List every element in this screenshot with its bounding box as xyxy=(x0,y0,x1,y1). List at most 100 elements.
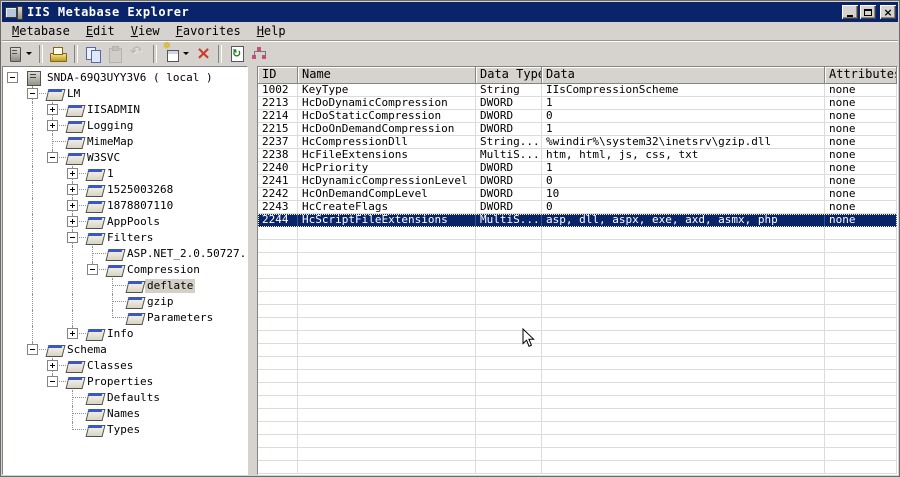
collapse-icon[interactable] xyxy=(27,88,38,99)
cell-attributes: none xyxy=(825,110,897,123)
table-row-2237[interactable]: 2237 HcCompressionDll String... %windir%\sy… xyxy=(258,136,897,149)
cell-data-type xyxy=(476,357,542,370)
column-header-data-type[interactable]: Data Type xyxy=(476,67,542,84)
tree-item-properties[interactable]: Properties xyxy=(3,374,247,390)
maximize-button[interactable] xyxy=(860,5,876,19)
minimize-button[interactable] xyxy=(842,5,858,19)
expand-icon[interactable] xyxy=(67,184,78,195)
cell-name: HcDoStaticCompression xyxy=(298,110,476,123)
tree-item-logging[interactable]: Logging xyxy=(3,118,247,134)
expand-icon[interactable] xyxy=(47,120,58,131)
expand-icon[interactable] xyxy=(67,200,78,211)
table-row-2215[interactable]: 2215 HcDoOnDemandCompression DWORD 1 none xyxy=(258,123,897,136)
expand-icon[interactable] xyxy=(47,360,58,371)
cell-attributes: none xyxy=(825,123,897,136)
collapse-icon[interactable] xyxy=(27,344,38,355)
table-row-2244[interactable]: 2244 HcScriptFileExtensions MultiS... asp, … xyxy=(258,214,897,227)
cell-data xyxy=(542,279,825,292)
table-row-2238[interactable]: 2238 HcFileExtensions MultiS... htm, html, … xyxy=(258,149,897,162)
cell-data-type xyxy=(476,279,542,292)
cell-attributes xyxy=(825,305,897,318)
cell-name xyxy=(298,422,476,435)
cell-id: 2215 xyxy=(258,123,298,136)
table-row-2241[interactable]: 2241 HcDynamicCompressionLevel DWORD 0 none xyxy=(258,175,897,188)
collapse-icon[interactable] xyxy=(47,376,58,387)
key-icon xyxy=(125,281,146,293)
collapse-icon[interactable] xyxy=(87,264,98,275)
tree-item-types[interactable]: Types xyxy=(3,422,247,438)
cell-data-type: MultiS... xyxy=(476,149,542,162)
tree-item-mimemap[interactable]: MimeMap xyxy=(3,134,247,150)
undo-button[interactable] xyxy=(127,43,148,65)
dropdown-arrow-icon[interactable] xyxy=(26,52,32,55)
cell-data-type: DWORD xyxy=(476,175,542,188)
menu-view[interactable]: View xyxy=(123,23,168,40)
table-row-2213[interactable]: 2213 HcDoDynamicCompression DWORD 1 none xyxy=(258,97,897,110)
refresh-button[interactable] xyxy=(227,43,248,65)
tree-item-compression[interactable]: Compression xyxy=(3,262,247,278)
title-bar: IIS Metabase Explorer × xyxy=(2,2,898,22)
expand-icon[interactable] xyxy=(67,168,78,179)
table-row-1002[interactable]: 1002 KeyType String IIsCompressionScheme non… xyxy=(258,84,897,97)
cell-data xyxy=(542,331,825,344)
paste-key-button[interactable] xyxy=(105,43,126,65)
tree-item-parameters[interactable]: Parameters xyxy=(3,310,247,326)
menu-edit[interactable]: Edit xyxy=(78,23,123,40)
expand-icon[interactable] xyxy=(67,216,78,227)
table-row-2243[interactable]: 2243 HcCreateFlags DWORD 0 none xyxy=(258,201,897,214)
table-row-2240[interactable]: 2240 HcPriority DWORD 1 none xyxy=(258,162,897,175)
cell-id xyxy=(258,357,298,370)
dropdown-arrow-icon[interactable] xyxy=(183,52,189,55)
expand-icon[interactable] xyxy=(67,328,78,339)
column-header-id[interactable]: ID xyxy=(258,67,298,84)
collapse-icon[interactable] xyxy=(47,152,58,163)
save-button[interactable] xyxy=(48,43,69,65)
tree-item-filters[interactable]: Filters xyxy=(3,230,247,246)
table-row-empty xyxy=(258,227,897,240)
expand-icon[interactable] xyxy=(47,104,58,115)
tree-item-lm[interactable]: LM xyxy=(3,86,247,102)
table-row-2214[interactable]: 2214 HcDoStaticCompression DWORD 0 none xyxy=(258,110,897,123)
tree-item-apppools[interactable]: AppPools xyxy=(3,214,247,230)
cell-data-type: DWORD xyxy=(476,97,542,110)
collapse-icon[interactable] xyxy=(67,232,78,243)
table-row-2242[interactable]: 2242 HcOnDemandCompLevel DWORD 10 none xyxy=(258,188,897,201)
tree-item-w3svc[interactable]: W3SVC xyxy=(3,150,247,166)
tree-item-schema[interactable]: Schema xyxy=(3,342,247,358)
column-header-attributes[interactable]: Attributes xyxy=(825,67,897,84)
tree-item-asp-net-2-0-50727-0[interactable]: ASP.NET_2.0.50727.0 xyxy=(3,246,247,262)
tree-item-defaults[interactable]: Defaults xyxy=(3,390,247,406)
menu-metabase[interactable]: Metabase xyxy=(4,23,78,40)
delete-key-button[interactable] xyxy=(192,43,213,65)
app-window: IIS Metabase Explorer × Metabase Edit View… xyxy=(0,0,900,477)
table-row-empty xyxy=(258,331,897,344)
tree-item-label: IISADMIN xyxy=(87,103,140,116)
tree-item-1878807110[interactable]: 1878807110 xyxy=(3,198,247,214)
tree-item-info[interactable]: Info xyxy=(3,326,247,342)
tree-item-label: deflate xyxy=(145,279,196,293)
view-hierarchy-button[interactable] xyxy=(249,43,270,65)
connect-computer-button[interactable] xyxy=(5,43,34,65)
copy-key-button[interactable] xyxy=(83,43,104,65)
column-header-name[interactable]: Name xyxy=(298,67,476,84)
table-row-empty xyxy=(258,240,897,253)
cell-name: HcDoDynamicCompression xyxy=(298,97,476,110)
tree-item-deflate[interactable]: deflate xyxy=(3,278,247,294)
tree-item-snda-69q3uyy3v6-local[interactable]: SNDA-69Q3UYY3V6 ( local ) xyxy=(3,70,247,86)
tree-guide xyxy=(32,262,33,278)
tree-item-1525003268[interactable]: 1525003268 xyxy=(3,182,247,198)
panel-splitter[interactable] xyxy=(248,66,257,475)
menu-favorites[interactable]: Favorites xyxy=(168,23,249,40)
menu-help[interactable]: Help xyxy=(249,23,294,40)
new-key-button[interactable] xyxy=(162,41,191,65)
table-row-empty xyxy=(258,279,897,292)
tree-item-names[interactable]: Names xyxy=(3,406,247,422)
tree-item-iisadmin[interactable]: IISADMIN xyxy=(3,102,247,118)
column-header-data[interactable]: Data xyxy=(542,67,825,84)
collapse-icon[interactable] xyxy=(7,72,18,83)
tree-item-classes[interactable]: Classes xyxy=(3,358,247,374)
tree-item-1[interactable]: 1 xyxy=(3,166,247,182)
close-button[interactable]: × xyxy=(880,5,896,19)
tree-item-label: Logging xyxy=(87,119,134,132)
tree-item-gzip[interactable]: gzip xyxy=(3,294,247,310)
